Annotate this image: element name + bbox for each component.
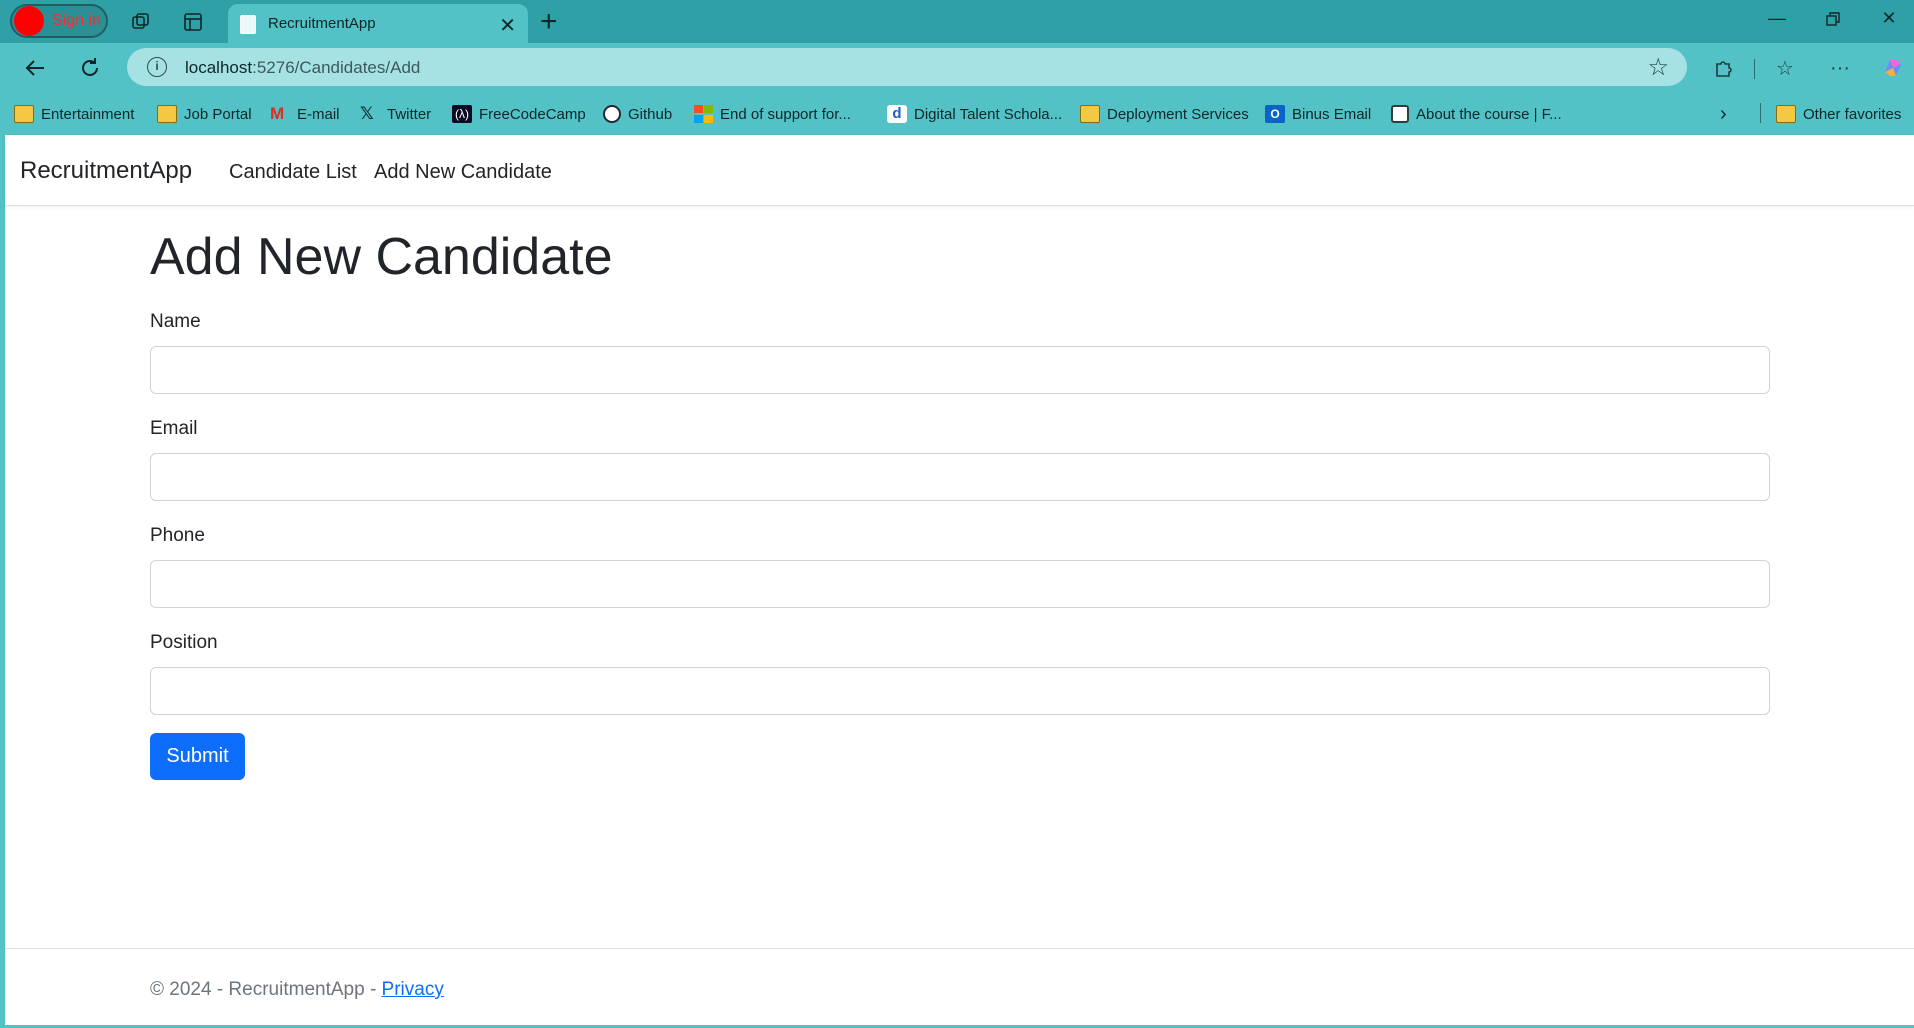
position-label: Position	[150, 632, 218, 653]
footer-text: © 2024 - RecruitmentApp - Privacy	[150, 979, 444, 1001]
profile-signin-button[interactable]: Sign in	[10, 4, 108, 38]
browser-tab-bar: Sign in RecruitmentApp ✕ + — ✕	[0, 0, 1914, 43]
nav-link-add-new-candidate[interactable]: Add New Candidate	[374, 161, 552, 184]
phone-input[interactable]	[150, 560, 1770, 608]
page-favicon-icon	[240, 15, 256, 34]
bookmark-binus-email[interactable]: O Binus Email	[1265, 103, 1371, 125]
site-navbar: RecruitmentApp Candidate List Add New Ca…	[5, 135, 1914, 206]
freecodecamp-icon: (λ)	[452, 105, 472, 123]
bookmarks-bar: Entertainment Job Portal M E-mail 𝕏 Twitte…	[0, 91, 1914, 134]
microsoft-icon	[694, 105, 713, 123]
email-input[interactable]	[150, 453, 1770, 501]
bookmark-entertainment[interactable]: Entertainment	[14, 103, 134, 125]
browser-tab-active[interactable]: RecruitmentApp ✕	[228, 4, 528, 43]
more-menu-icon[interactable]: ···	[1827, 55, 1853, 81]
name-input[interactable]	[150, 346, 1770, 394]
copilot-icon[interactable]	[1880, 55, 1906, 81]
bookmark-job-portal[interactable]: Job Portal	[157, 103, 252, 125]
vertical-tabs-icon[interactable]	[180, 9, 206, 35]
url-text[interactable]: localhost:5276/Candidates/Add	[185, 58, 420, 78]
bookmarks-overflow-chevron-icon[interactable]: ›	[1720, 103, 1727, 125]
extensions-icon[interactable]	[1710, 55, 1736, 81]
submit-button[interactable]: Submit	[150, 733, 245, 780]
folder-icon	[1776, 105, 1796, 123]
bookmark-digital-talent[interactable]: d Digital Talent Schola...	[887, 103, 1062, 125]
site-footer: © 2024 - RecruitmentApp - Privacy	[5, 948, 1914, 1025]
close-window-icon[interactable]: ✕	[1874, 8, 1904, 29]
restore-icon[interactable]	[1818, 7, 1848, 32]
bookmark-email[interactable]: M E-mail	[270, 103, 340, 125]
new-tab-icon[interactable]: +	[540, 5, 558, 39]
copyright-text: © 2024 - RecruitmentApp -	[150, 979, 382, 1000]
email-label: Email	[150, 418, 198, 439]
bookmark-end-of-support[interactable]: End of support for...	[694, 103, 851, 125]
folder-icon	[157, 105, 177, 123]
workspaces-icon[interactable]	[128, 9, 154, 35]
folder-icon	[14, 105, 34, 123]
favorite-star-icon[interactable]: ☆	[1647, 53, 1669, 82]
outlook-icon: O	[1265, 105, 1285, 123]
tab-title: RecruitmentApp	[268, 15, 376, 32]
refresh-icon[interactable]	[75, 53, 105, 83]
browser-toolbar: i localhost:5276/Candidates/Add ☆ ☆ ···	[0, 43, 1914, 91]
phone-label: Phone	[150, 525, 205, 546]
course-icon	[1391, 105, 1409, 123]
address-bar[interactable]: i localhost:5276/Candidates/Add ☆	[127, 48, 1687, 86]
back-arrow-icon[interactable]	[20, 53, 50, 83]
bookmark-other-favorites[interactable]: Other favorites	[1776, 103, 1901, 125]
folder-icon	[1080, 105, 1100, 123]
name-label: Name	[150, 311, 201, 332]
bookmark-twitter[interactable]: 𝕏 Twitter	[360, 103, 431, 125]
web-page: RecruitmentApp Candidate List Add New Ca…	[5, 135, 1914, 1025]
minimize-icon[interactable]: —	[1762, 8, 1792, 29]
dts-icon: d	[887, 105, 907, 123]
profile-avatar-icon	[14, 6, 44, 36]
privacy-link[interactable]: Privacy	[382, 979, 444, 1000]
toolbar-divider	[1754, 59, 1755, 79]
nav-link-candidate-list[interactable]: Candidate List	[229, 161, 357, 184]
signin-label: Sign in	[52, 12, 101, 29]
bookmark-github[interactable]: Github	[603, 103, 672, 125]
position-input[interactable]	[150, 667, 1770, 715]
github-icon	[603, 105, 621, 123]
bookmark-about-course[interactable]: About the course | F...	[1391, 103, 1562, 125]
bookmark-deployment-services[interactable]: Deployment Services	[1080, 103, 1249, 125]
navbar-brand[interactable]: RecruitmentApp	[20, 157, 192, 185]
x-icon: 𝕏	[360, 104, 374, 123]
page-title: Add New Candidate	[150, 228, 613, 286]
gmail-icon: M	[270, 104, 285, 123]
bookmark-freecodecamp[interactable]: (λ) FreeCodeCamp	[452, 103, 586, 125]
bookmarks-divider	[1760, 103, 1761, 123]
site-info-icon[interactable]: i	[147, 57, 167, 77]
favorites-icon[interactable]: ☆	[1772, 55, 1798, 81]
close-tab-icon[interactable]: ✕	[499, 13, 516, 38]
